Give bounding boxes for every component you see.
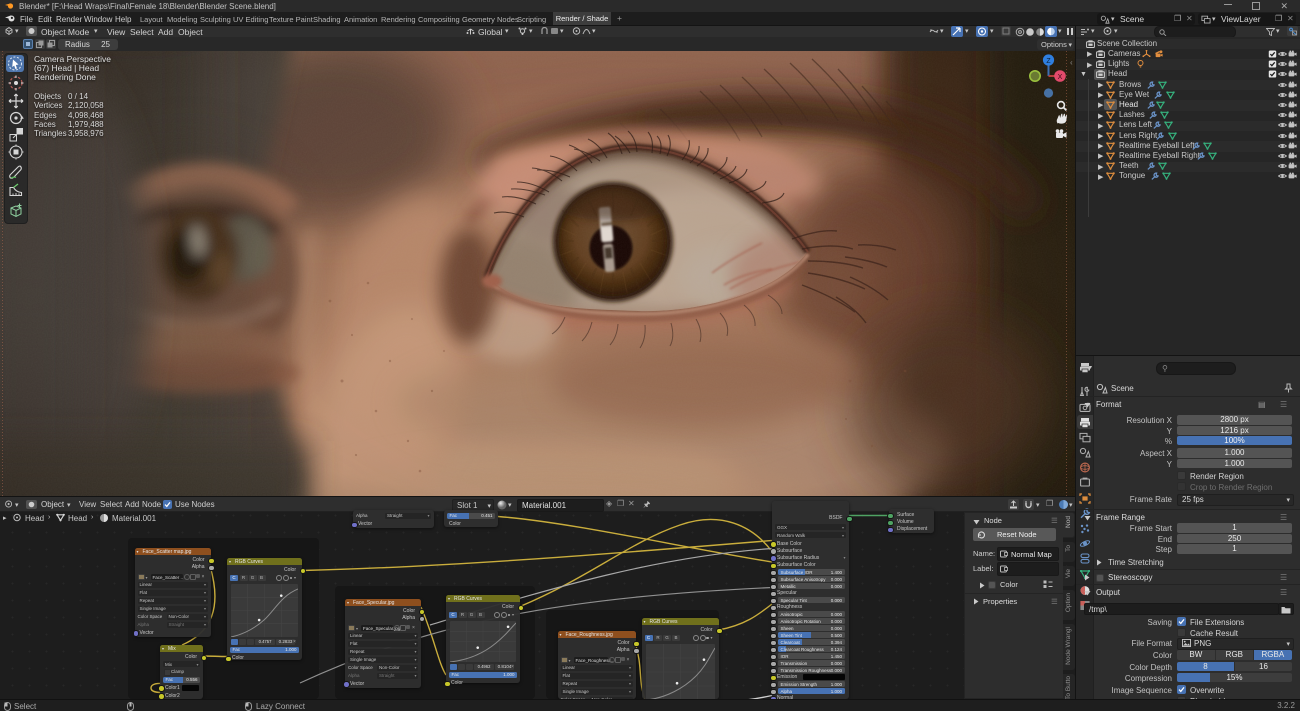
svg-text:Z: Z [1046, 58, 1051, 65]
svg-text:X: X [1058, 74, 1063, 81]
